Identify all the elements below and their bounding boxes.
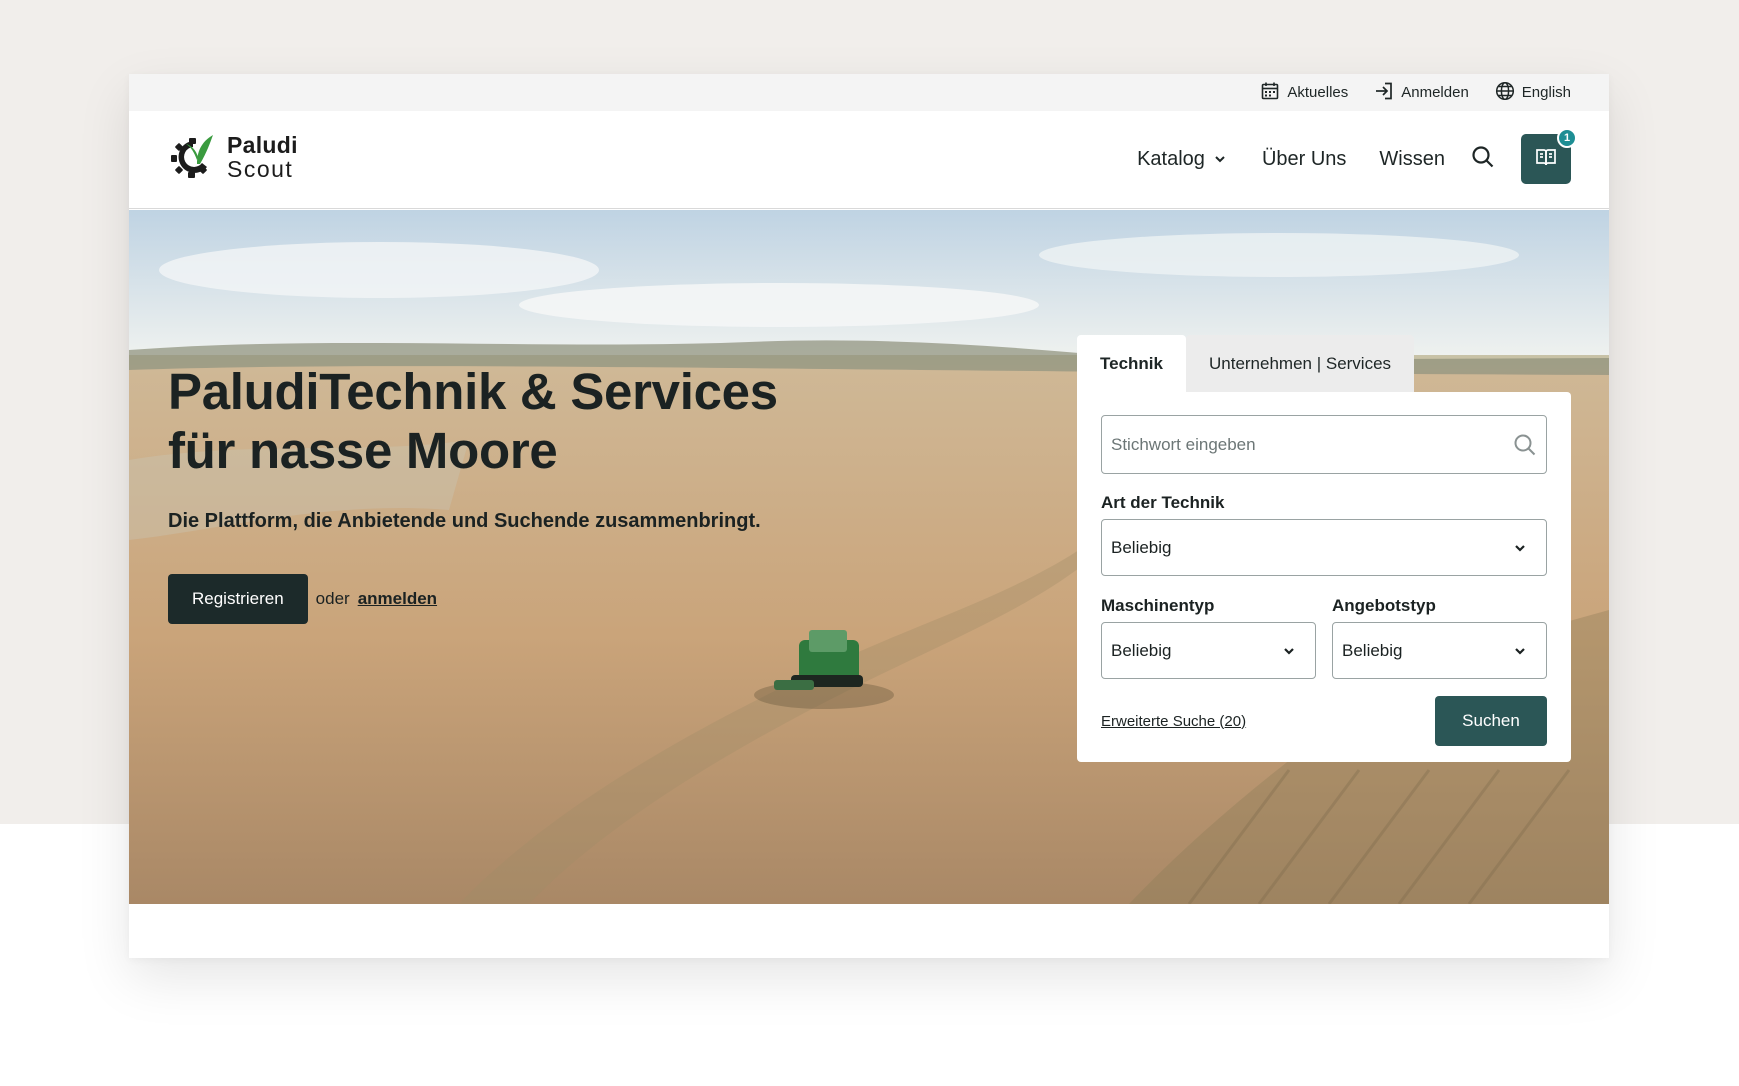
logo-text: Paludi Scout xyxy=(227,133,298,181)
hero-title: PaludiTechnik & Services für nasse Moore xyxy=(168,363,778,479)
hero-actions: Registrieren oder anmelden xyxy=(168,574,848,624)
search-icon[interactable] xyxy=(1513,433,1537,457)
advanced-search-link[interactable]: Erweiterte Suche (20) xyxy=(1101,713,1246,730)
art-der-technik-select[interactable]: Beliebig xyxy=(1101,519,1547,576)
globe-icon xyxy=(1495,81,1515,105)
hero-subtitle: Die Plattform, die Anbietende und Suchen… xyxy=(168,510,761,532)
login-link[interactable]: Anmelden xyxy=(1374,81,1469,105)
chevron-down-icon xyxy=(1512,540,1528,556)
nav-item-label: Über Uns xyxy=(1261,147,1347,170)
angebotstyp-label: Angebotstyp xyxy=(1332,596,1436,615)
search-submit-button[interactable]: Suchen xyxy=(1435,696,1547,746)
logo-name-line1: Paludi xyxy=(227,132,298,158)
hero-or-text: oder xyxy=(315,589,350,608)
login-label: Anmelden xyxy=(1401,84,1469,101)
keyword-field xyxy=(1101,415,1547,474)
search-button[interactable] xyxy=(1471,145,1495,174)
nav-item-wissen[interactable]: Wissen xyxy=(1379,148,1445,171)
news-label: Aktuelles xyxy=(1287,84,1349,101)
utility-bar: Aktuelles Anmelden English xyxy=(129,74,1609,111)
nav-item-label: Wissen xyxy=(1379,147,1445,170)
maschinentyp-select[interactable]: Beliebig xyxy=(1101,622,1316,679)
search-icon xyxy=(1471,145,1495,174)
compare-list-button[interactable]: 1 xyxy=(1521,128,1577,184)
logo-gear-sprout-icon xyxy=(167,130,221,184)
hero-login-link[interactable]: anmelden xyxy=(358,589,437,609)
angebotstyp-select[interactable]: Beliebig xyxy=(1332,622,1547,679)
chevron-down-icon xyxy=(1211,150,1229,168)
logo-name-line2: Scout xyxy=(227,156,294,182)
login-icon xyxy=(1374,81,1394,105)
keyword-input[interactable] xyxy=(1111,434,1491,455)
language-label: English xyxy=(1521,84,1571,101)
tab-unternehmen-services[interactable]: Unternehmen | Services xyxy=(1185,335,1415,392)
main-nav: Katalog Über Uns Wissen 1 xyxy=(1137,128,1577,184)
nav-item-ueber-uns[interactable]: Über Uns xyxy=(1262,148,1346,171)
news-link[interactable]: Aktuelles xyxy=(1260,81,1348,105)
maschinentyp-value: Beliebig xyxy=(1111,640,1172,660)
search-card-footer: Erweiterte Suche (20) Suchen xyxy=(1101,696,1547,746)
calendar-icon xyxy=(1260,81,1280,105)
main-header: Paludi Scout Katalog Über Uns Wissen 1 xyxy=(129,111,1609,209)
logo[interactable]: Paludi Scout xyxy=(167,130,298,184)
hero-section: PaludiTechnik & Services für nasse Moore… xyxy=(129,210,1609,904)
browser-frame: Aktuelles Anmelden English Paludi Scout … xyxy=(129,74,1609,958)
hero-content: PaludiTechnik & Services für nasse Moore… xyxy=(168,362,848,624)
art-der-technik-value: Beliebig xyxy=(1111,537,1172,557)
register-button[interactable]: Registrieren xyxy=(168,574,308,624)
angebotstyp-value: Beliebig xyxy=(1342,640,1403,660)
language-switch[interactable]: English xyxy=(1495,81,1571,105)
book-compare-icon xyxy=(1534,145,1558,174)
chevron-down-icon xyxy=(1281,643,1297,659)
art-der-technik-label: Art der Technik xyxy=(1101,493,1225,512)
chevron-down-icon xyxy=(1512,643,1528,659)
search-tabs: Technik Unternehmen | Services xyxy=(1077,335,1415,392)
tab-technik[interactable]: Technik xyxy=(1077,335,1186,392)
search-card: Art der Technik Beliebig Maschinentyp Be… xyxy=(1077,392,1571,762)
compare-count-badge: 1 xyxy=(1557,128,1577,148)
nav-item-katalog[interactable]: Katalog xyxy=(1137,148,1229,171)
maschinentyp-label: Maschinentyp xyxy=(1101,596,1215,615)
nav-item-label: Katalog xyxy=(1137,147,1205,170)
